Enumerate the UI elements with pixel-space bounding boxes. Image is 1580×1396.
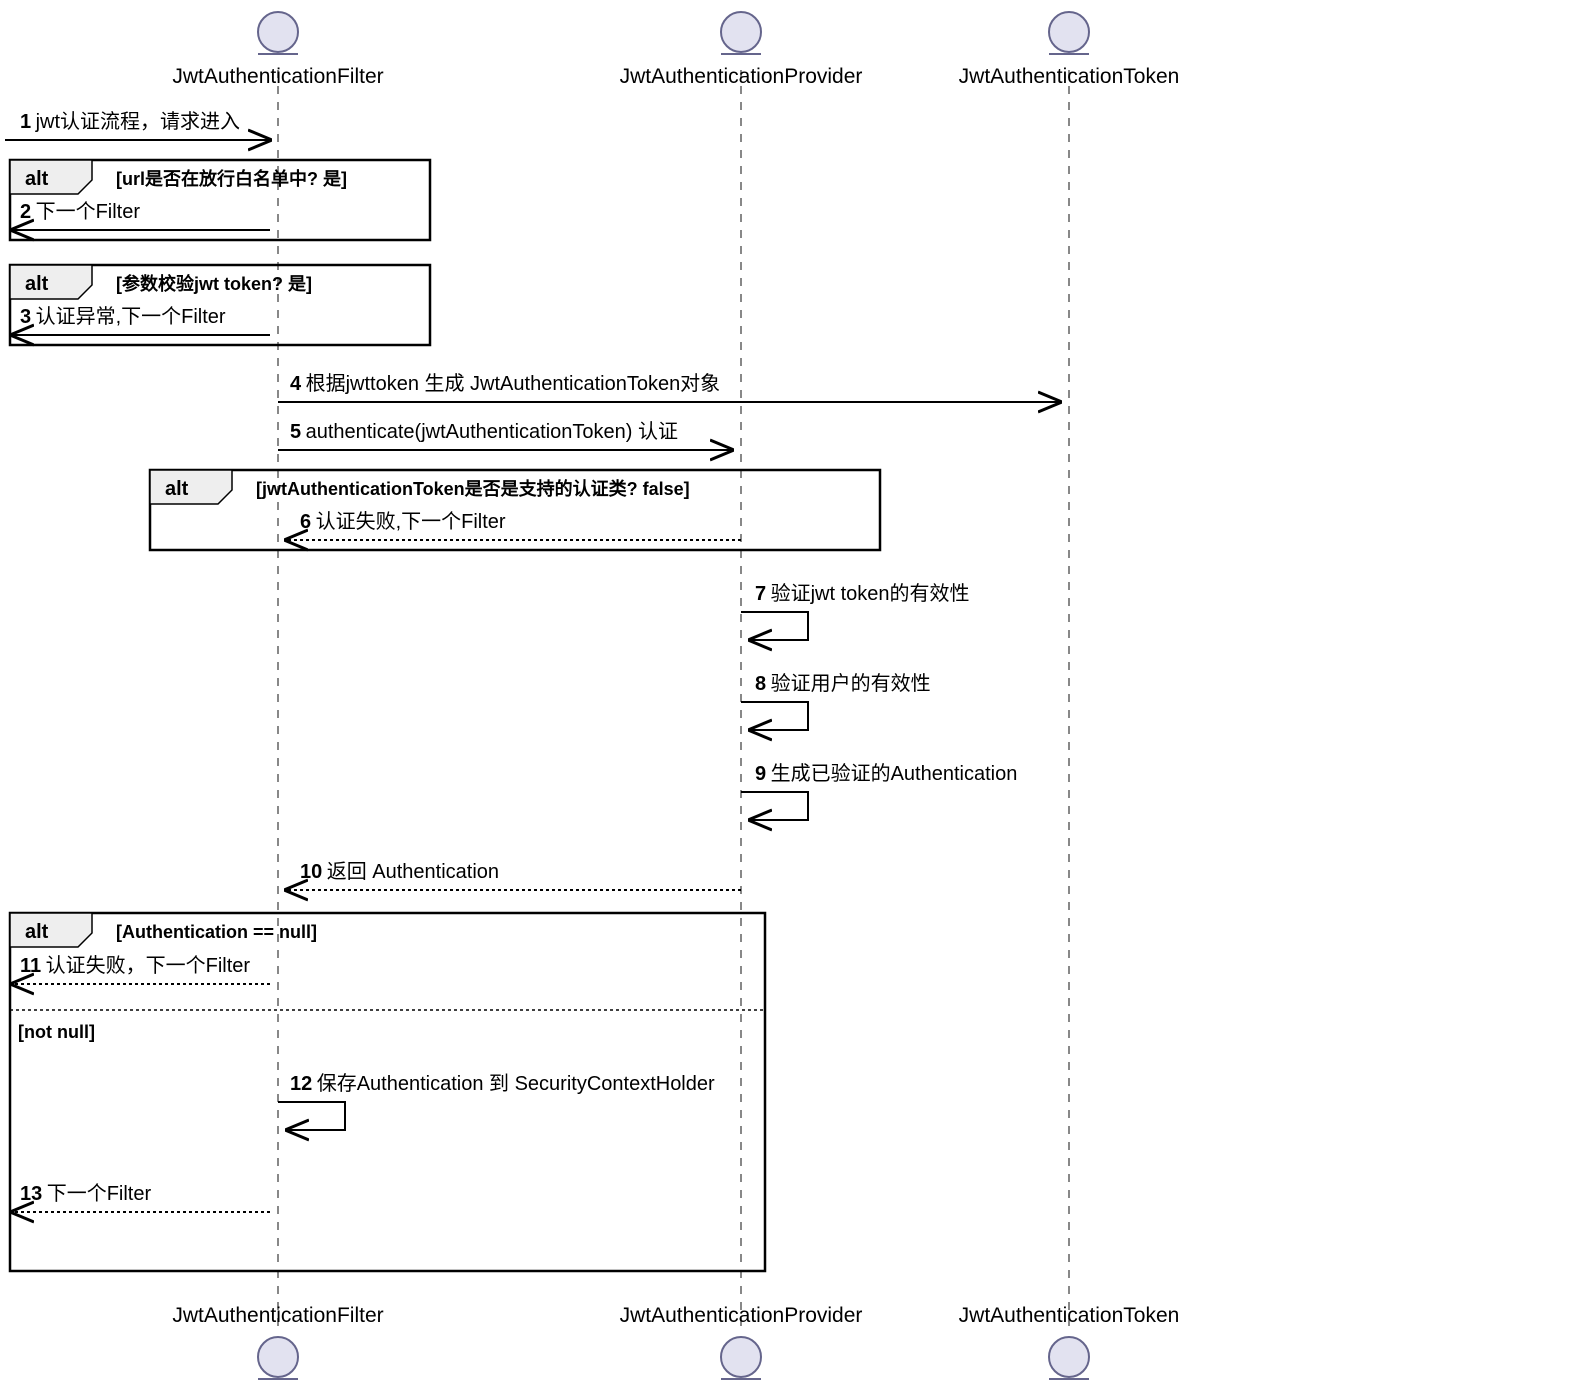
svg-text:[Authentication == null]: [Authentication == null]: [116, 922, 317, 942]
message-9: 9 生成已验证的Authentication: [741, 762, 1017, 820]
participant-provider-bottom: JwtAuthenticationProvider: [620, 1304, 863, 1379]
svg-text:[jwtAuthenticationToken是否是支持的认: [jwtAuthenticationToken是否是支持的认证类? false]: [256, 478, 690, 499]
svg-text:7 验证jwt token的有效性: 7 验证jwt token的有效性: [755, 582, 970, 605]
svg-text:JwtAuthenticationProvider: JwtAuthenticationProvider: [620, 1304, 863, 1327]
alt-fragment-2: alt [参数校验jwt token? 是] 3 认证异常,下一个Filter: [10, 265, 430, 345]
svg-text:4 根据jwttoken 生成 JwtAuthenticat: 4 根据jwttoken 生成 JwtAuthenticationToken对象: [290, 372, 720, 395]
svg-text:[not null]: [not null]: [18, 1022, 95, 1042]
svg-text:1 jwt认证流程，请求进入: 1 jwt认证流程，请求进入: [20, 110, 240, 133]
svg-text:10 返回 Authentication: 10 返回 Authentication: [300, 860, 499, 883]
svg-text:JwtAuthenticationFilter: JwtAuthenticationFilter: [172, 65, 383, 88]
message-5: 5 authenticate(jwtAuthenticationToken) 认…: [278, 420, 732, 450]
message-4: 4 根据jwttoken 生成 JwtAuthenticationToken对象: [278, 372, 1060, 402]
svg-text:alt: alt: [165, 478, 189, 500]
svg-text:9 生成已验证的Authentication: 9 生成已验证的Authentication: [755, 762, 1017, 785]
svg-text:JwtAuthenticationFilter: JwtAuthenticationFilter: [172, 1304, 383, 1327]
svg-text:alt: alt: [25, 921, 49, 943]
message-1: 1 jwt认证流程，请求进入: [5, 110, 270, 140]
svg-text:3 认证异常,下一个Filter: 3 认证异常,下一个Filter: [20, 305, 226, 328]
message-7: 7 验证jwt token的有效性: [741, 582, 970, 640]
sequence-diagram: JwtAuthenticationFilter JwtAuthenticatio…: [0, 0, 1580, 1396]
message-10: 10 返回 Authentication: [286, 860, 741, 890]
svg-text:JwtAuthenticationProvider: JwtAuthenticationProvider: [620, 65, 863, 88]
participant-token-top: JwtAuthenticationToken: [959, 12, 1180, 88]
svg-text:[url是否在放行白名单中? 是]: [url是否在放行白名单中? 是]: [116, 168, 347, 189]
participant-provider-top: JwtAuthenticationProvider: [620, 12, 863, 88]
svg-text:5 authenticate(jwtAuthenticati: 5 authenticate(jwtAuthenticationToken) 认…: [290, 420, 678, 443]
svg-text:13 下一个Filter: 13 下一个Filter: [20, 1182, 151, 1205]
svg-text:JwtAuthenticationToken: JwtAuthenticationToken: [959, 65, 1180, 88]
participant-filter-bottom: JwtAuthenticationFilter: [172, 1304, 383, 1379]
participant-filter-top: JwtAuthenticationFilter: [172, 12, 383, 88]
svg-text:alt: alt: [25, 273, 49, 295]
alt-fragment-4: alt [Authentication == null] 11 认证失败，下一个…: [10, 913, 765, 1271]
svg-text:JwtAuthenticationToken: JwtAuthenticationToken: [959, 1304, 1180, 1327]
svg-text:11 认证失败，下一个Filter: 11 认证失败，下一个Filter: [20, 954, 250, 977]
alt-fragment-3: alt [jwtAuthenticationToken是否是支持的认证类? fa…: [150, 470, 880, 550]
alt-fragment-1: alt [url是否在放行白名单中? 是] 2 下一个Filter: [10, 160, 430, 240]
svg-text:12 保存Authentication 到 Security: 12 保存Authentication 到 SecurityContextHol…: [290, 1072, 715, 1095]
svg-text:[参数校验jwt token? 是]: [参数校验jwt token? 是]: [116, 273, 312, 294]
svg-text:alt: alt: [25, 168, 49, 190]
svg-text:2 下一个Filter: 2 下一个Filter: [20, 200, 140, 223]
message-8: 8 验证用户的有效性: [741, 672, 931, 730]
participant-token-bottom: JwtAuthenticationToken: [959, 1304, 1180, 1379]
svg-text:6 认证失败,下一个Filter: 6 认证失败,下一个Filter: [300, 510, 506, 533]
svg-text:8 验证用户的有效性: 8 验证用户的有效性: [755, 672, 931, 695]
